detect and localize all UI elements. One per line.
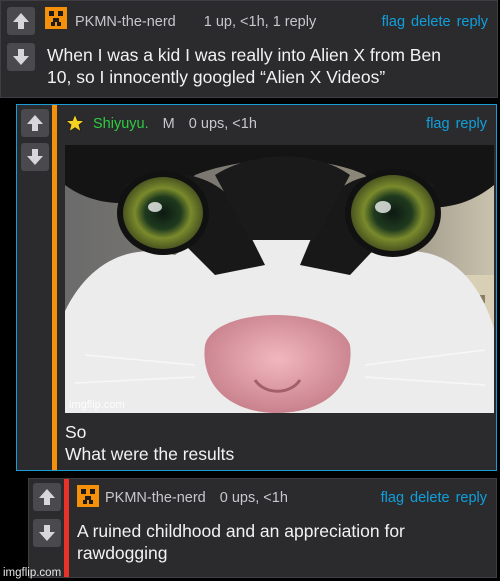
reply-indicator-bar <box>64 479 69 577</box>
comment-body: PKMN-the-nerd 1 up, <1h, 1 reply flag del… <box>39 1 497 97</box>
reply-indicator-bar <box>52 105 57 470</box>
cat-photo <box>65 145 494 413</box>
reply-link[interactable]: reply <box>457 14 488 30</box>
upvote-button[interactable] <box>7 7 35 35</box>
comment-text: A ruined childhood and an appreciation f… <box>77 521 405 563</box>
comment-actions: flag reply <box>420 116 487 132</box>
upvote-button[interactable] <box>33 483 61 511</box>
comment-1: PKMN-the-nerd 1 up, <1h, 1 reply flag del… <box>0 0 498 98</box>
avatar[interactable] <box>77 485 99 507</box>
comment-3: PKMN-the-nerd 0 ups, <1h flag delete reply… <box>28 478 497 578</box>
vote-time-info: 0 ups, <1h <box>188 116 257 132</box>
mod-badge: M <box>162 116 175 132</box>
flag-link[interactable]: flag <box>382 14 405 30</box>
downvote-button[interactable] <box>21 143 49 171</box>
image-watermark: imgflip.com <box>69 399 125 411</box>
comment-text: When I was a kid I was really into Alien… <box>47 45 441 87</box>
comment-2: Shiyuyu. M 0 ups, <1h flag reply imgflip… <box>16 104 497 471</box>
upvote-button[interactable] <box>21 109 49 137</box>
username-link[interactable]: Shiyuyu. <box>93 116 149 132</box>
comment-actions: flag delete reply <box>376 14 488 30</box>
downvote-button[interactable] <box>7 43 35 71</box>
reply-link[interactable]: reply <box>456 116 487 132</box>
username-link[interactable]: PKMN-the-nerd <box>105 490 206 506</box>
comment-body: PKMN-the-nerd 0 ups, <1h flag delete reply… <box>64 479 496 577</box>
flag-link[interactable]: flag <box>381 490 404 506</box>
delete-link[interactable]: delete <box>411 14 451 30</box>
footer-watermark: imgflip.com <box>3 567 62 579</box>
reply-link[interactable]: reply <box>456 490 487 506</box>
arrow-down-icon <box>13 49 29 65</box>
arrow-down-icon <box>27 149 43 165</box>
arrow-up-icon <box>39 489 55 505</box>
comment-body: Shiyuyu. M 0 ups, <1h flag reply imgflip… <box>52 105 496 470</box>
username-link[interactable]: PKMN-the-nerd <box>75 14 176 30</box>
arrow-up-icon <box>27 115 43 131</box>
vote-time-info: 1 up, <1h, 1 reply <box>203 14 317 30</box>
meme-image[interactable]: imgflip.com <box>65 145 494 413</box>
comment-meta: PKMN-the-nerd 0 ups, <1h <box>105 490 288 506</box>
comment-text: So What were the results <box>65 422 235 464</box>
delete-link[interactable]: delete <box>410 490 450 506</box>
vote-time-info: 0 ups, <1h <box>219 490 288 506</box>
downvote-button[interactable] <box>33 519 61 547</box>
comment-actions: flag delete reply <box>375 490 487 506</box>
arrow-down-icon <box>39 525 55 541</box>
flag-link[interactable]: flag <box>426 116 449 132</box>
comment-meta: Shiyuyu. M 0 ups, <1h <box>93 116 257 132</box>
comment-meta: PKMN-the-nerd 1 up, <1h, 1 reply <box>75 14 316 30</box>
star-icon <box>65 113 85 133</box>
arrow-up-icon <box>13 13 29 29</box>
avatar[interactable] <box>45 7 67 29</box>
